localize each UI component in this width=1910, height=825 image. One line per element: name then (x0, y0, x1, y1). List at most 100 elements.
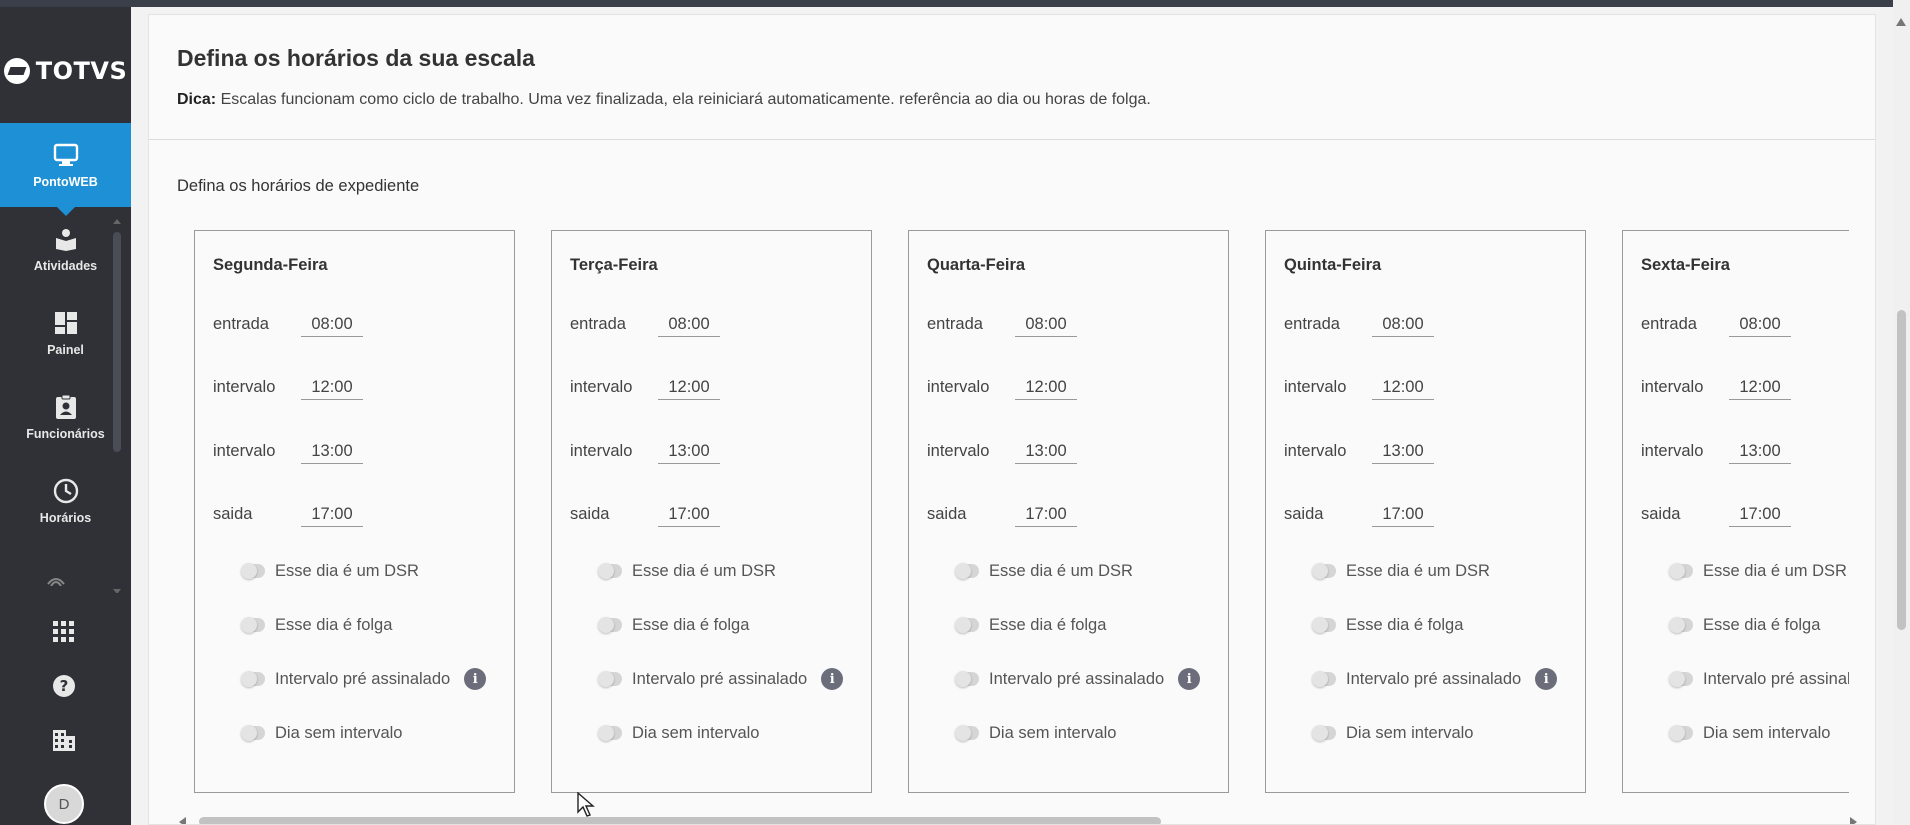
day-title: Terça-Feira (570, 256, 658, 274)
folga-toggle[interactable] (598, 617, 622, 633)
folga-toggle[interactable] (1669, 617, 1693, 633)
scroll-up-arrow[interactable] (1896, 18, 1906, 26)
saida-input[interactable]: 17:00 (1372, 505, 1434, 527)
folga-toggle[interactable] (241, 617, 265, 633)
intervalo-label: intervalo (1284, 378, 1347, 396)
entrada-input[interactable]: 08:00 (1729, 315, 1791, 337)
info-icon[interactable]: i (1535, 668, 1558, 690)
info-icon[interactable]: i (464, 668, 487, 690)
info-icon[interactable]: i (821, 668, 844, 690)
saida-input[interactable]: 17:00 (658, 505, 720, 527)
intervalo-end-input[interactable]: 13:00 (1372, 442, 1434, 464)
sidebar-item-funcionarios[interactable]: Funcionários (0, 375, 131, 459)
entrada-input[interactable]: 08:00 (1372, 315, 1434, 337)
dsr-toggle[interactable] (241, 563, 265, 579)
user-avatar[interactable]: D (44, 784, 84, 824)
vertical-scroll-thumb[interactable] (1897, 310, 1906, 630)
pre-assinalado-toggle[interactable] (1312, 671, 1336, 687)
folga-toggle[interactable] (955, 617, 979, 633)
intervalo-start-input[interactable]: 12:00 (1729, 378, 1791, 400)
saida-row: saida 17:00 (927, 505, 1227, 529)
saida-label: saida (1641, 505, 1681, 523)
horizontal-scroll-thumb[interactable] (199, 817, 1161, 824)
pre-assinalado-toggle[interactable] (1669, 671, 1693, 687)
totvs-logo[interactable]: TOTVS (0, 44, 131, 98)
saida-input[interactable]: 17:00 (1015, 505, 1077, 527)
day-card: Quinta-Feira entrada 08:00 intervalo 12:00… (1265, 230, 1586, 793)
entrada-input[interactable]: 08:00 (658, 315, 720, 337)
intervalo-end-input[interactable]: 13:00 (1015, 442, 1077, 464)
tip-label: Dica: (177, 91, 217, 108)
page-vertical-scrollbar[interactable] (1893, 0, 1910, 825)
intervalo-start-input[interactable]: 12:00 (1372, 378, 1434, 400)
day-title: Quinta-Feira (1284, 256, 1382, 274)
sem-intervalo-label: Dia sem intervalo (1346, 723, 1474, 742)
day-title: Sexta-Feira (1641, 256, 1730, 274)
sidebar-scrollbar[interactable] (113, 232, 121, 452)
sidebar-item-horarios[interactable]: Horários (0, 459, 131, 543)
saida-label: saida (213, 505, 253, 523)
folga-label: Esse dia é folga (632, 615, 750, 634)
tip-text: Dica: Escalas funcionam como ciclo de tr… (177, 91, 1151, 109)
intervalo-start-row: intervalo 12:00 (213, 378, 513, 402)
dsr-label: Esse dia é um DSR (632, 561, 776, 580)
dsr-option: Esse dia é um DSR (1669, 559, 1847, 583)
entrada-input[interactable]: 08:00 (1015, 315, 1077, 337)
pre-assinalado-toggle[interactable] (598, 671, 622, 687)
folga-toggle[interactable] (1312, 617, 1336, 633)
entrada-row: entrada 08:00 (1284, 315, 1584, 339)
sem-intervalo-label: Dia sem intervalo (275, 723, 403, 742)
info-icon[interactable]: i (1178, 668, 1201, 690)
folga-label: Esse dia é folga (275, 615, 393, 634)
sem-intervalo-toggle[interactable] (1312, 725, 1336, 741)
sem-intervalo-label: Dia sem intervalo (989, 723, 1117, 742)
building-icon[interactable] (44, 720, 84, 760)
saida-input[interactable]: 17:00 (1729, 505, 1791, 527)
entrada-row: entrada 08:00 (213, 315, 513, 339)
intervalo-start-input[interactable]: 12:00 (1015, 378, 1077, 400)
sidebar: TOTVS PontoWEB Atividades Painel Funcion… (0, 7, 131, 825)
dsr-label: Esse dia é um DSR (1346, 561, 1490, 580)
intervalo-start-input[interactable]: 12:00 (301, 378, 363, 400)
saida-input[interactable]: 17:00 (301, 505, 363, 527)
apps-grid-icon[interactable] (44, 612, 84, 652)
dsr-option: Esse dia é um DSR (241, 559, 419, 583)
intervalo-start-input[interactable]: 12:00 (658, 378, 720, 400)
sem-intervalo-option: Dia sem intervalo (1669, 721, 1830, 745)
intervalo-end-row: intervalo 13:00 (570, 442, 870, 466)
sidebar-item-painel[interactable]: Painel (0, 291, 131, 375)
folga-label: Esse dia é folga (1703, 615, 1821, 634)
intervalo-end-input[interactable]: 13:00 (1729, 442, 1791, 464)
sem-intervalo-label: Dia sem intervalo (632, 723, 760, 742)
intervalo-label: intervalo (927, 442, 990, 460)
clipboard-user-icon (53, 394, 79, 420)
sem-intervalo-toggle[interactable] (598, 725, 622, 741)
pre-assinalado-toggle[interactable] (241, 671, 265, 687)
entrada-row: entrada 08:00 (570, 315, 870, 339)
pre-assinalado-toggle[interactable] (955, 671, 979, 687)
folga-label: Esse dia é folga (1346, 615, 1464, 634)
intervalo-end-input[interactable]: 13:00 (658, 442, 720, 464)
cards-horizontal-scrollbar[interactable] (177, 815, 1857, 824)
intervalo-end-input[interactable]: 13:00 (301, 442, 363, 464)
intervalo-end-row: intervalo 13:00 (927, 442, 1227, 466)
pre-assinalado-option: Intervalo pré assinaladoi (1669, 667, 1849, 691)
dsr-toggle[interactable] (1669, 563, 1693, 579)
day-card: Segunda-Feira entrada 08:00 intervalo 12:0… (194, 230, 515, 793)
sem-intervalo-toggle[interactable] (1669, 725, 1693, 741)
help-icon[interactable]: ? (44, 666, 84, 706)
fingerprint-icon[interactable] (44, 572, 68, 586)
saida-label: saida (570, 505, 610, 523)
sidebar-scroll-up[interactable] (113, 219, 121, 224)
sidebar-item-label: PontoWEB (33, 174, 98, 189)
scroll-left-arrow[interactable] (179, 817, 186, 824)
sem-intervalo-toggle[interactable] (241, 725, 265, 741)
sidebar-item-atividades[interactable]: Atividades (0, 207, 131, 291)
sidebar-item-pontoweb[interactable]: PontoWEB (0, 123, 131, 216)
dsr-toggle[interactable] (598, 563, 622, 579)
dsr-toggle[interactable] (1312, 563, 1336, 579)
entrada-input[interactable]: 08:00 (301, 315, 363, 337)
sem-intervalo-toggle[interactable] (955, 725, 979, 741)
scroll-right-arrow[interactable] (1850, 817, 1857, 824)
dsr-toggle[interactable] (955, 563, 979, 579)
